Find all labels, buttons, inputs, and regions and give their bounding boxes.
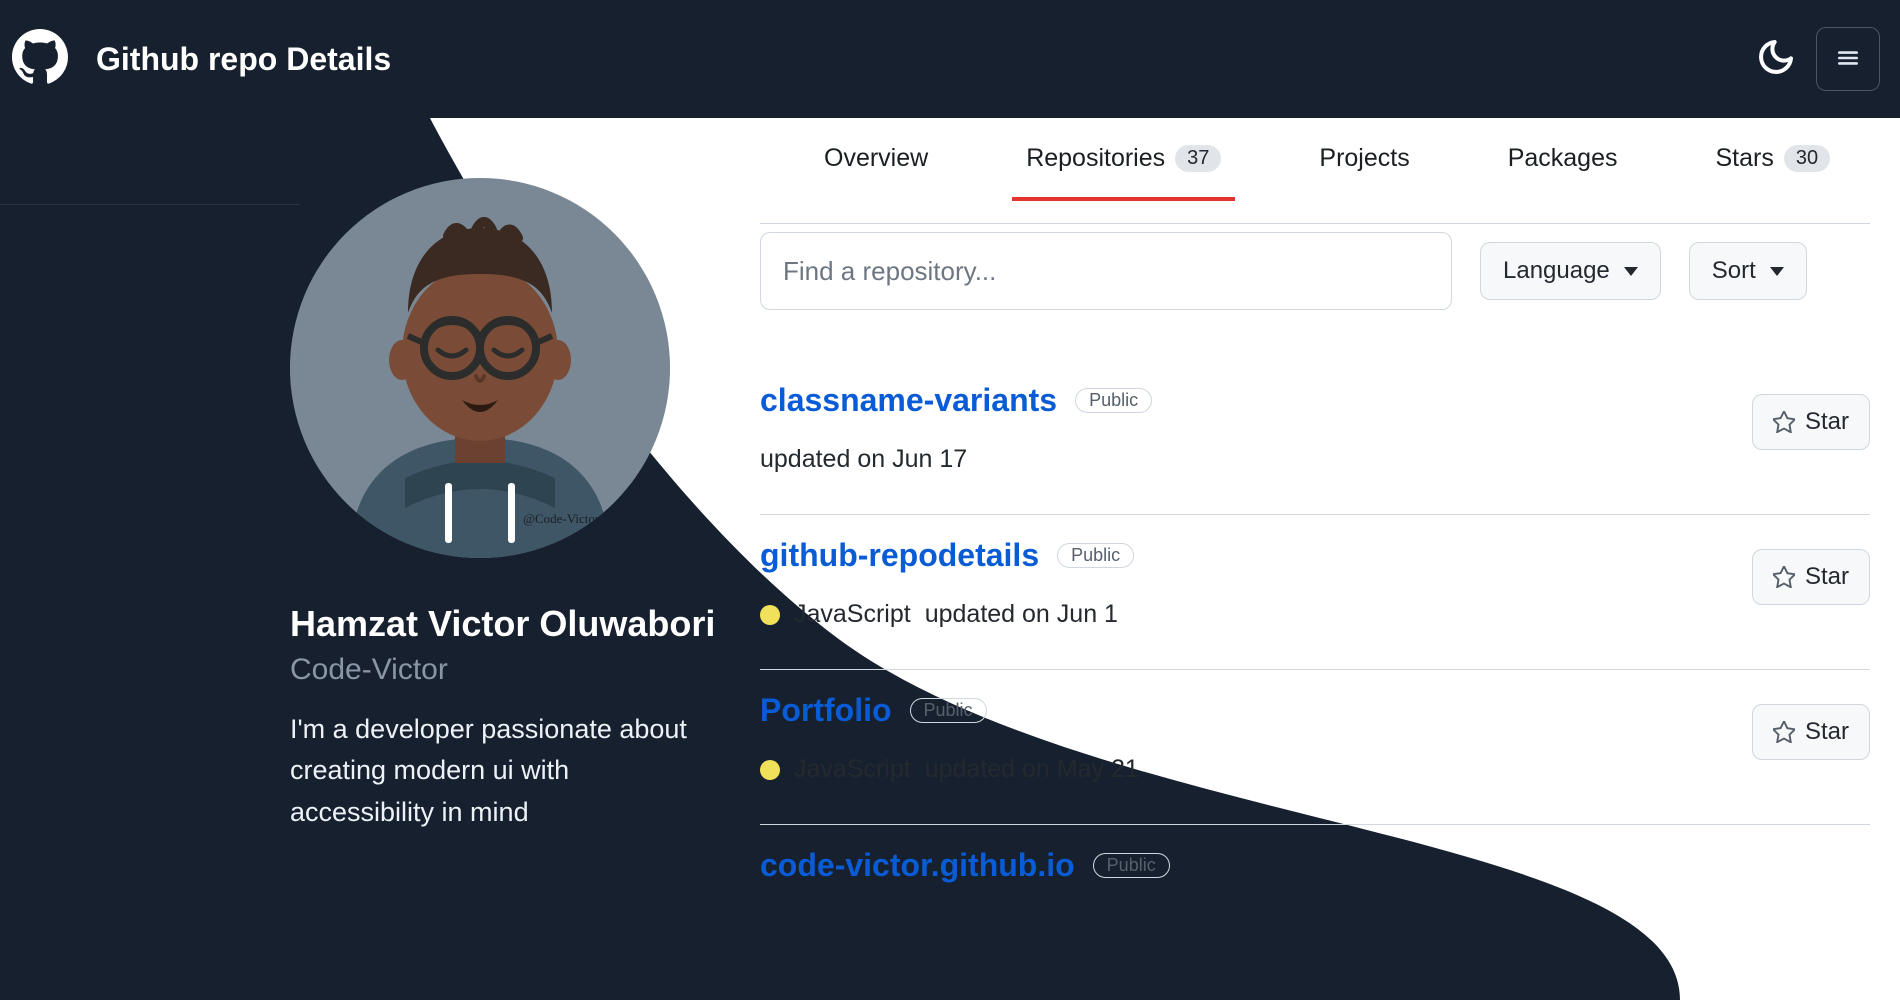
star-icon — [1773, 566, 1795, 588]
star-label: Star — [1805, 408, 1849, 436]
star-icon — [1773, 411, 1795, 433]
tab-label: Repositories — [1026, 144, 1165, 173]
star-count-badge: 30 — [1784, 145, 1830, 172]
repo-meta: updated on Jun 17 — [760, 445, 1752, 474]
profile-sidebar: @Code-Victor Hamzat Victor Oluwabori Cod… — [0, 118, 760, 834]
repo-item: Portfolio Public JavaScript updated on M… — [760, 670, 1870, 825]
svg-text:@Code-Victor: @Code-Victor — [523, 511, 600, 526]
github-logo-icon — [12, 29, 68, 90]
language-filter[interactable]: Language — [1480, 242, 1661, 300]
star-icon — [1773, 721, 1795, 743]
language-dot-icon — [760, 760, 780, 780]
repo-updated: updated on May 21 — [925, 755, 1139, 784]
repo-updated: updated on Jun 17 — [760, 445, 967, 474]
repo-item: classname-variants Public updated on Jun… — [760, 360, 1870, 515]
menu-button[interactable] — [1816, 27, 1880, 91]
repo-name-link[interactable]: classname-variants — [760, 382, 1057, 419]
tab-packages[interactable]: Packages — [1504, 136, 1622, 201]
repo-list: classname-variants Public updated on Jun… — [760, 360, 1870, 884]
header-right — [1756, 27, 1880, 91]
repo-item: code-victor.github.io Public — [760, 825, 1870, 884]
tab-label: Packages — [1508, 144, 1618, 173]
tab-repositories[interactable]: Repositories 37 — [1022, 136, 1225, 201]
hamburger-icon — [1835, 45, 1861, 74]
visibility-badge: Public — [1093, 853, 1170, 878]
repo-meta: JavaScript updated on Jun 1 — [760, 600, 1752, 629]
language-dot-icon — [760, 605, 780, 625]
main-content: @Code-Victor Hamzat Victor Oluwabori Cod… — [0, 118, 1900, 884]
left-thin-divider — [0, 204, 300, 205]
repo-name-link[interactable]: github-repodetails — [760, 537, 1039, 574]
star-button[interactable]: Star — [1752, 549, 1870, 605]
profile-bio: I'm a developer passionate about creatin… — [290, 709, 710, 835]
caret-down-icon — [1770, 267, 1784, 276]
header-left: Github repo Details — [12, 29, 391, 90]
dark-mode-toggle[interactable] — [1756, 37, 1796, 82]
avatar[interactable]: @Code-Victor — [290, 178, 670, 558]
visibility-badge: Public — [1057, 543, 1134, 568]
sort-filter[interactable]: Sort — [1689, 242, 1807, 300]
repo-meta: JavaScript updated on May 21 — [760, 755, 1752, 784]
repo-filters: Language Sort — [760, 224, 1870, 310]
tab-projects[interactable]: Projects — [1315, 136, 1413, 201]
star-label: Star — [1805, 563, 1849, 591]
profile-name: Hamzat Victor Oluwabori — [290, 600, 760, 649]
star-label: Star — [1805, 718, 1849, 746]
repo-count-badge: 37 — [1175, 145, 1221, 172]
filter-label: Language — [1503, 257, 1610, 285]
repo-name-link[interactable]: Portfolio — [760, 692, 892, 729]
filter-label: Sort — [1712, 257, 1756, 285]
visibility-badge: Public — [910, 698, 987, 723]
caret-down-icon — [1624, 267, 1638, 276]
avatar-illustration-icon: @Code-Victor — [290, 178, 670, 558]
tab-label: Projects — [1319, 144, 1409, 173]
star-button[interactable]: Star — [1752, 394, 1870, 450]
profile-username: Code-Victor — [290, 653, 760, 687]
tab-label: Overview — [824, 144, 928, 173]
repo-language: JavaScript — [794, 755, 911, 784]
tab-stars[interactable]: Stars 30 — [1712, 136, 1835, 201]
tab-label: Stars — [1716, 144, 1774, 173]
tab-overview[interactable]: Overview — [820, 136, 932, 201]
app-header: Github repo Details — [0, 0, 1900, 118]
profile-tabs: Overview Repositories 37 Projects Packag… — [760, 118, 1870, 224]
app-title: Github repo Details — [96, 41, 391, 78]
repo-name-link[interactable]: code-victor.github.io — [760, 847, 1075, 884]
visibility-badge: Public — [1075, 388, 1152, 413]
star-button[interactable]: Star — [1752, 704, 1870, 760]
repo-panel: Overview Repositories 37 Projects Packag… — [760, 118, 1900, 884]
repo-language: JavaScript — [794, 600, 911, 629]
repo-updated: updated on Jun 1 — [925, 600, 1118, 629]
repo-search-input[interactable] — [760, 232, 1452, 310]
repo-item: github-repodetails Public JavaScript upd… — [760, 515, 1870, 670]
